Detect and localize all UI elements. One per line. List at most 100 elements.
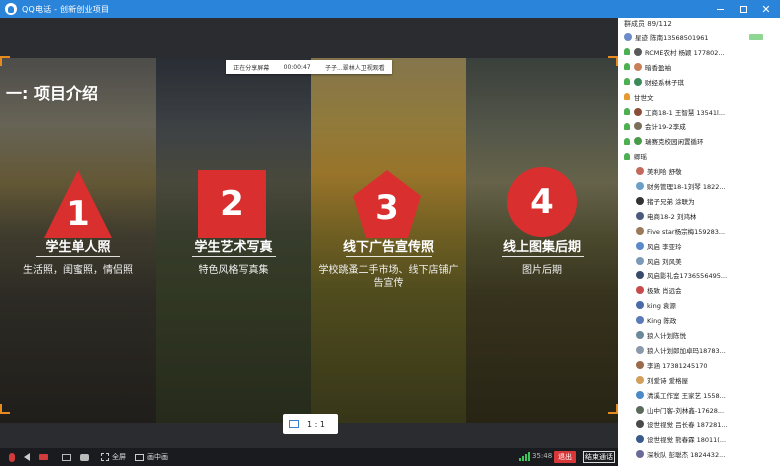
member-row[interactable]: 财务管理18-1刘琴 1822... (636, 180, 726, 192)
avatar (636, 435, 644, 444)
minimize-button[interactable] (709, 0, 731, 18)
member-row[interactable]: 美利哈 舒敬 (636, 165, 682, 177)
member-row[interactable]: 工商18-1 王智慧 13541l... (624, 106, 725, 118)
member-row[interactable]: 风启影礼会17365564​95... (636, 269, 727, 281)
item-4-divider (502, 256, 584, 257)
shared-screen-view: 一: 项目介绍 1 2 3 4 学生单人照 生活照，闺蜜照，情侣照 学生艺术写真… (0, 18, 618, 448)
member-name: 深秋队 彭聪杰 1824432... (647, 451, 726, 460)
member-row[interactable]: 星迹 陈南13568501961 (624, 31, 709, 43)
avatar (634, 122, 642, 131)
avatar (636, 167, 644, 176)
avatar (634, 77, 642, 86)
member-name: 山中门客-刘林鑫-17628... (647, 406, 725, 415)
member-row[interactable]: 财经系林子琪 (624, 76, 684, 88)
member-row[interactable]: King 陈政 (636, 314, 676, 326)
presentation-slide: 一: 项目介绍 1 2 3 4 学生单人照 生活照，闺蜜照，情侣照 学生艺术写真… (0, 58, 618, 423)
minimize-icon (716, 8, 724, 10)
member-name: 瑞赛克校园闲置循环 (645, 138, 704, 147)
screen-ratio-icon (289, 420, 299, 428)
member-name: king 袁源 (647, 302, 676, 311)
member-row[interactable]: 暗香盈袖 (624, 61, 671, 73)
share-presenter: 子子...翠林人卫视观看 (325, 64, 385, 72)
maximize-button[interactable] (732, 0, 754, 18)
network-signal-icon (519, 452, 530, 461)
member-name: 会计19-2李成 (645, 123, 686, 132)
avatar (634, 137, 642, 146)
avatar (636, 256, 644, 265)
member-row[interactable]: 极致 肖远会 (636, 284, 682, 296)
item-3-divider (346, 256, 432, 257)
member-row[interactable]: 风启 李亚玲 (636, 240, 682, 252)
camera-button[interactable] (39, 454, 48, 460)
item-2-divider (192, 256, 276, 257)
avatar (636, 331, 644, 339)
fullscreen-icon (101, 453, 109, 461)
fullscreen-button[interactable]: 全屏 (101, 452, 126, 462)
end-call-button[interactable]: 结束通话 (583, 451, 615, 463)
avatar (636, 345, 644, 354)
share-screen-button[interactable] (62, 453, 71, 461)
member-row[interactable]: 深秋队 彭聪杰 1824432... (636, 448, 725, 460)
member-name: 清溪工作室 王家艺 1558... (647, 391, 726, 400)
item-2-title: 学生艺术写真 (194, 240, 273, 255)
member-row[interactable]: 山中门客-刘林鑫-17628... (636, 404, 724, 416)
avatar (634, 47, 642, 56)
exit-button[interactable]: 退出 (554, 451, 576, 463)
avatar (636, 360, 644, 369)
member-row[interactable]: 清溪工作室 王家艺 1558... (636, 389, 726, 401)
member-row[interactable]: 狼人计划郎加卓玛18783... (636, 344, 726, 356)
member-row[interactable]: 风启 刘风美 (636, 255, 682, 267)
avatar (636, 271, 644, 280)
picture-in-picture-button[interactable]: 画中画 (135, 452, 168, 462)
member-name: 刘爱诗 爱格屋 (647, 376, 689, 385)
member-role-icon (624, 63, 630, 71)
member-name: 电商18-2 刘鸿林 (647, 212, 697, 221)
chat-icon (80, 453, 89, 461)
member-row[interactable]: 卿瑶 (624, 150, 647, 162)
item-1-badge-triangle: 1 (42, 168, 114, 240)
member-name: 甘世文 (634, 93, 654, 102)
item-2-badge-square: 2 (196, 168, 268, 240)
member-row[interactable]: king 袁源 (636, 299, 676, 311)
item-3-badge-pentagon: 3 (351, 168, 423, 240)
member-row[interactable]: 狼人计划陈悦 (636, 329, 686, 341)
aspect-ratio-button[interactable]: 1 : 1 (283, 414, 338, 434)
chat-button[interactable] (80, 453, 89, 461)
item-4-number: 4 (530, 182, 554, 222)
call-timer: 35:48 (532, 452, 553, 460)
close-button[interactable]: ✕ (755, 0, 777, 18)
microphone-muted-icon (9, 452, 15, 462)
member-row[interactable]: 电商18-2 刘鸿林 (636, 210, 696, 222)
member-row[interactable]: Five star杨宗梅159283... (636, 225, 725, 237)
member-name: 狼人计划陈悦 (647, 332, 686, 340)
screen-share-status-bar[interactable]: 正在分享屏幕 00:00:47 子子...翠林人卫视观看 (226, 60, 392, 74)
member-name: 风启影礼会17365564​95... (647, 272, 728, 281)
member-row[interactable]: 会计19-2李成 (624, 120, 686, 132)
member-row[interactable]: 设世视觉 熊春霖 18011(... (636, 433, 726, 445)
member-name: RCME农村 杨颖 177802... (645, 48, 725, 57)
member-row[interactable]: 猪子兄弟 涂联为 (636, 195, 695, 207)
camera-off-icon (39, 454, 48, 460)
member-role-icon (624, 48, 630, 56)
avatar (636, 286, 644, 295)
member-row[interactable]: RCME农村 杨颖 177802... (624, 46, 725, 58)
member-name: 极致 肖远会 (647, 287, 682, 296)
item-3-number: 3 (375, 188, 399, 228)
microphone-button[interactable] (9, 452, 15, 462)
title-bar: QQ电话 - 创新创业项目 ✕ (0, 0, 780, 18)
member-name: 星迹 陈南13568501961 (635, 34, 709, 42)
member-name: 暗香盈袖 (645, 63, 671, 72)
speaking-indicator-icon (749, 34, 763, 40)
member-row[interactable]: 瑞赛克校园闲置循环 (624, 135, 704, 147)
member-role-icon (624, 152, 630, 160)
member-row[interactable]: 刘爱诗 爱格屋 (636, 374, 688, 386)
avatar (636, 375, 644, 384)
member-row[interactable]: 李涵 17381245170 (636, 359, 708, 371)
member-count-header: 群成员 89/112 (624, 20, 672, 28)
avatar (636, 405, 644, 414)
member-row[interactable]: 甘世文 (624, 91, 654, 103)
member-row[interactable]: 设世视觉 吕长春 187281... (636, 418, 728, 430)
member-name: 风启 李亚玲 (647, 242, 682, 251)
speaker-button[interactable] (24, 453, 30, 461)
maximize-icon (739, 5, 747, 13)
